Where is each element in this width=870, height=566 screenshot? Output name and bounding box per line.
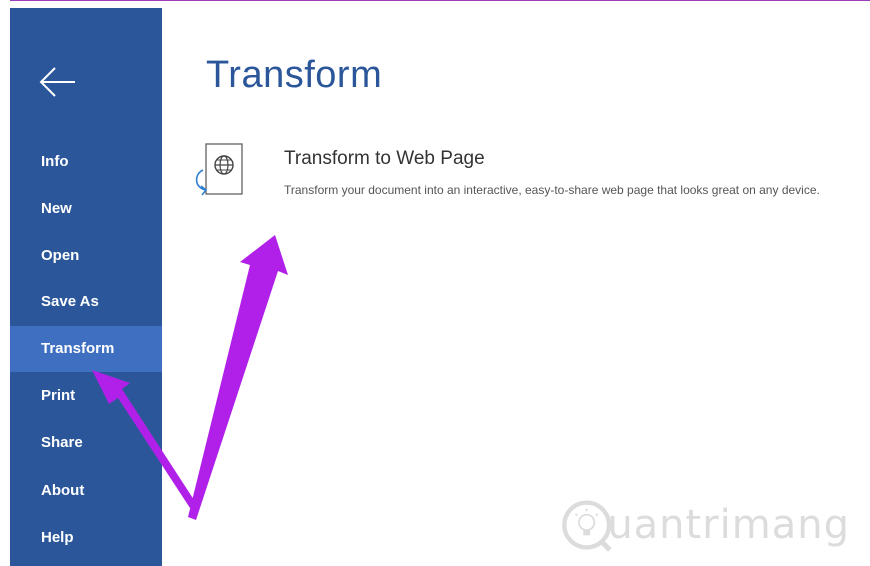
back-arrow-icon [39,67,75,97]
sidebar-item-save-as[interactable]: Save As [10,279,162,325]
sidebar-item-about[interactable]: About [10,468,162,514]
watermark-text: uantrimang [607,502,850,548]
sidebar-item-transform[interactable]: Transform [10,326,162,372]
web-page-globe-icon [190,140,250,200]
watermark: uantrimang [560,490,850,560]
backstage-sidebar: Info New Open Save As Transform Print Sh… [10,8,162,566]
sidebar-item-open[interactable]: Open [10,233,162,279]
top-border [0,0,870,1]
option-title: Transform to Web Page [284,148,485,169]
left-strip [0,0,10,566]
option-description: Transform your document into an interact… [284,183,820,197]
sidebar-item-share[interactable]: Share [10,420,162,466]
back-button[interactable] [38,64,78,100]
sidebar-item-info[interactable]: Info [10,139,162,185]
annotation-arrow-to-option [188,235,288,520]
lightbulb-logo-icon [562,500,612,552]
sidebar-item-help[interactable]: Help [10,515,162,561]
sidebar-item-print[interactable]: Print [10,373,162,419]
sidebar-item-new[interactable]: New [10,186,162,232]
transform-to-web-page-option[interactable]: Transform to Web Page Transform your doc… [190,136,850,216]
page-title: Transform [206,54,383,96]
